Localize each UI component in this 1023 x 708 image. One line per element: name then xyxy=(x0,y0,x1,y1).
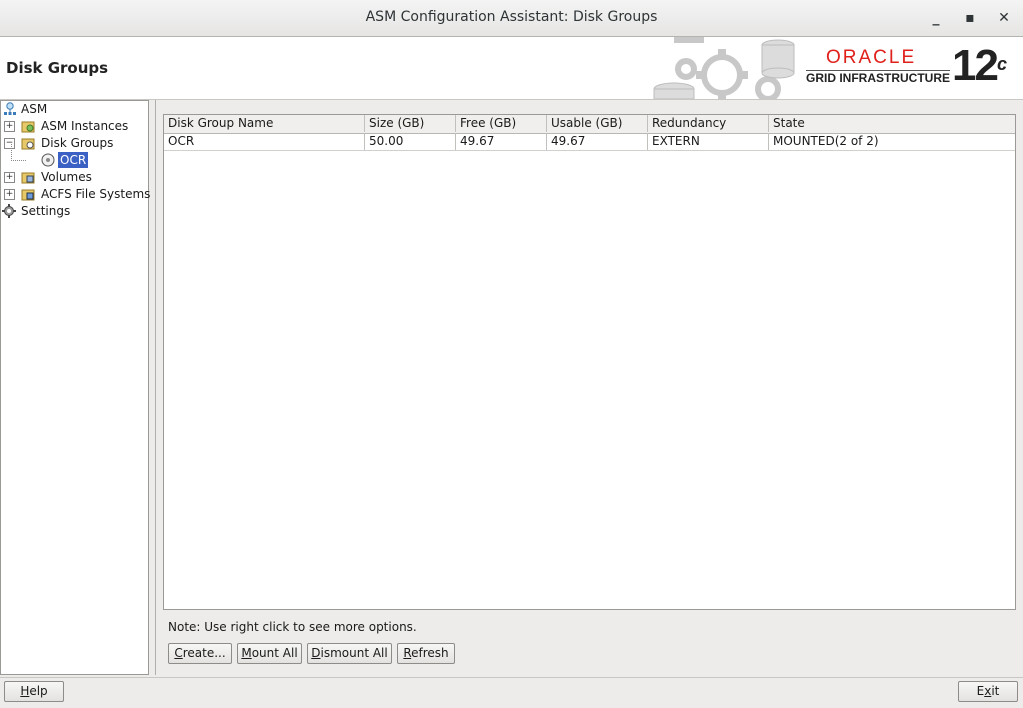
cell-redundancy: EXTERN xyxy=(648,133,769,150)
cell-state: MOUNTED(2 of 2) xyxy=(773,134,879,148)
exit-label: it xyxy=(991,684,1000,698)
help-button[interactable]: Help xyxy=(4,681,64,702)
help-label: elp xyxy=(29,684,48,698)
tree-item-volumes[interactable]: + Volumes xyxy=(3,169,149,185)
product-name: GRID INFRASTRUCTURE xyxy=(806,71,950,85)
version-suffix: c xyxy=(996,54,1007,74)
column-header-disk-group-name[interactable]: Disk Group Name xyxy=(164,115,365,132)
column-header-usable[interactable]: Usable (GB) xyxy=(547,115,648,132)
tree-item-asm-instances[interactable]: + ASM Instances xyxy=(3,118,149,134)
filesystems-folder-icon xyxy=(21,189,35,201)
gears-icon xyxy=(653,37,795,99)
tree-label-settings: Settings xyxy=(21,204,71,218)
column-header-redundancy[interactable]: Redundancy xyxy=(648,115,769,132)
expand-icon[interactable]: + xyxy=(4,189,15,200)
window-titlebar: ASM Configuration Assistant: Disk Groups… xyxy=(0,0,1023,37)
version-number: 12 xyxy=(952,41,999,90)
exit-button[interactable]: Exit xyxy=(958,681,1018,702)
tree-label-acfs-file-systems: ACFS File Systems xyxy=(41,187,151,201)
minimize-icon[interactable]: _ xyxy=(926,8,946,28)
tree-label-ocr: OCR xyxy=(58,152,89,168)
cell-size: 50.00 xyxy=(365,133,456,150)
table-header: Disk Group Name Size (GB) Free (GB) Usab… xyxy=(164,115,1015,134)
oracle-brand-banner: ORACLE GRID INFRASTRUCTURE 12c xyxy=(650,37,1023,99)
refresh-mnemonic: R xyxy=(403,646,412,660)
column-header-state[interactable]: State xyxy=(769,115,1015,132)
cell-free: 49.67 xyxy=(456,133,547,150)
table-row[interactable]: OCR 50.00 49.67 49.67 EXTERN MOUNTED(2 o… xyxy=(164,133,1015,151)
maximize-icon[interactable]: ▪ xyxy=(960,8,980,28)
close-icon[interactable]: ✕ xyxy=(994,8,1014,28)
create-button[interactable]: Create... xyxy=(168,643,232,664)
window-title: ASM Configuration Assistant: Disk Groups xyxy=(365,9,658,25)
asm-icon xyxy=(4,102,16,115)
page-title: Disk Groups xyxy=(6,59,109,77)
create-mnemonic: C xyxy=(174,646,183,660)
expand-icon[interactable]: + xyxy=(4,172,15,183)
mount-all-mnemonic: M xyxy=(241,646,252,660)
tree-label-asm-instances: ASM Instances xyxy=(41,119,129,133)
oracle-logo-text: ORACLE xyxy=(826,47,917,68)
tree-item-acfs-file-systems[interactable]: + ACFS File Systems xyxy=(3,186,151,202)
tree-label-disk-groups: Disk Groups xyxy=(41,136,114,150)
gear-icon xyxy=(2,204,16,218)
page-header: Disk Groups ORACLE GRID INFRASTRUCTURE 1… xyxy=(0,37,1023,100)
panel-splitter[interactable] xyxy=(155,100,156,675)
navigation-tree[interactable]: ASM + ASM Instances − Disk Groups OCR + xyxy=(0,100,151,675)
mount-all-label: ount All xyxy=(251,646,298,660)
instances-folder-icon xyxy=(21,121,35,133)
note-text: Note: Use right click to see more option… xyxy=(168,620,417,634)
dismount-all-label: ismount All xyxy=(320,646,388,660)
tree-label-volumes: Volumes xyxy=(41,170,92,184)
column-header-size[interactable]: Size (GB) xyxy=(365,115,456,132)
cell-disk-group-name: OCR xyxy=(164,133,365,150)
help-mnemonic: H xyxy=(20,684,30,698)
tree-label-asm: ASM xyxy=(21,102,48,116)
refresh-label: efresh xyxy=(411,646,449,660)
create-label: reate... xyxy=(182,646,226,660)
column-header-free[interactable]: Free (GB) xyxy=(456,115,547,132)
footer-separator xyxy=(0,677,1023,678)
cell-usable: 49.67 xyxy=(547,133,648,150)
tree-connector xyxy=(11,144,26,161)
product-version: 12c xyxy=(952,41,1007,91)
refresh-button[interactable]: Refresh xyxy=(397,643,455,664)
dismount-all-mnemonic: D xyxy=(311,646,321,660)
mount-all-button[interactable]: Mount All xyxy=(237,643,302,664)
volumes-folder-icon xyxy=(21,172,35,184)
expand-icon[interactable]: + xyxy=(4,121,15,132)
dismount-all-button[interactable]: Dismount All xyxy=(307,643,392,664)
disk-groups-table[interactable]: Disk Group Name Size (GB) Free (GB) Usab… xyxy=(163,114,1016,610)
disk-icon xyxy=(41,153,55,167)
